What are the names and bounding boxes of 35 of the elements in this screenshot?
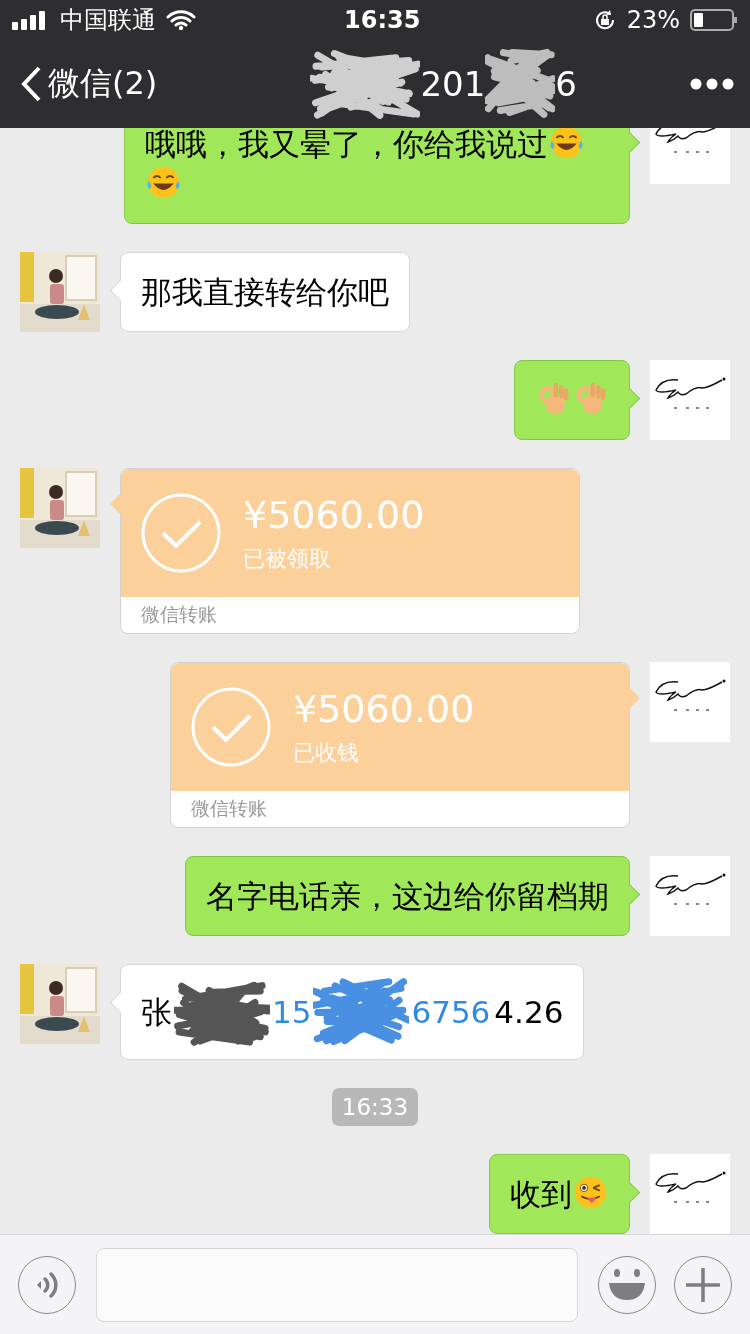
transfer-status: 已收钱	[293, 739, 360, 767]
check-circle-icon	[141, 493, 221, 573]
message-input-field[interactable]	[96, 1247, 578, 1322]
phone-link-fragment[interactable]: 15	[272, 992, 312, 1032]
phone-link-fragment[interactable]: 6756	[411, 992, 491, 1032]
logo-avatar[interactable]	[650, 128, 730, 184]
logo-avatar[interactable]	[650, 1154, 730, 1234]
more-icon[interactable]	[690, 78, 734, 90]
plus-icon	[686, 1267, 720, 1302]
back-button[interactable]: 微信(2)	[20, 62, 158, 106]
logo-avatar[interactable]	[650, 856, 730, 936]
chat-title-fragment: 6	[555, 64, 577, 104]
transfer-label: 微信转账	[191, 796, 267, 821]
transfer-label: 微信转账	[141, 602, 217, 627]
message-text: 张	[141, 993, 172, 1032]
sent-message: 名字电话亲，这边给你留档期	[185, 856, 639, 936]
logo-avatar[interactable]	[650, 360, 730, 440]
transfer-amount: ¥5060.00	[243, 492, 425, 538]
battery-icon	[690, 8, 738, 32]
sent-message: 哦哦，我又晕了，你给我说过	[124, 128, 639, 224]
wifi-icon	[166, 9, 196, 31]
transfer-amount: ¥5060.00	[293, 686, 475, 732]
check-circle-icon	[191, 687, 271, 767]
smiley-icon	[607, 1267, 647, 1302]
chat-title-fragment: 201	[420, 64, 486, 104]
clock-time: 16:35	[344, 6, 421, 34]
battery-percent: 23%	[626, 6, 680, 34]
sent-message: 收到	[489, 1154, 639, 1234]
carrier-name: 中国联通	[60, 5, 156, 36]
transfer-status: 已被领取	[243, 545, 332, 573]
back-chevron-icon	[20, 66, 42, 102]
timestamp: 16:33	[331, 1088, 419, 1126]
message-text: 4.26	[494, 993, 564, 1032]
received-message: 那我直接转给你吧	[111, 252, 410, 332]
logo-avatar[interactable]	[650, 662, 730, 742]
